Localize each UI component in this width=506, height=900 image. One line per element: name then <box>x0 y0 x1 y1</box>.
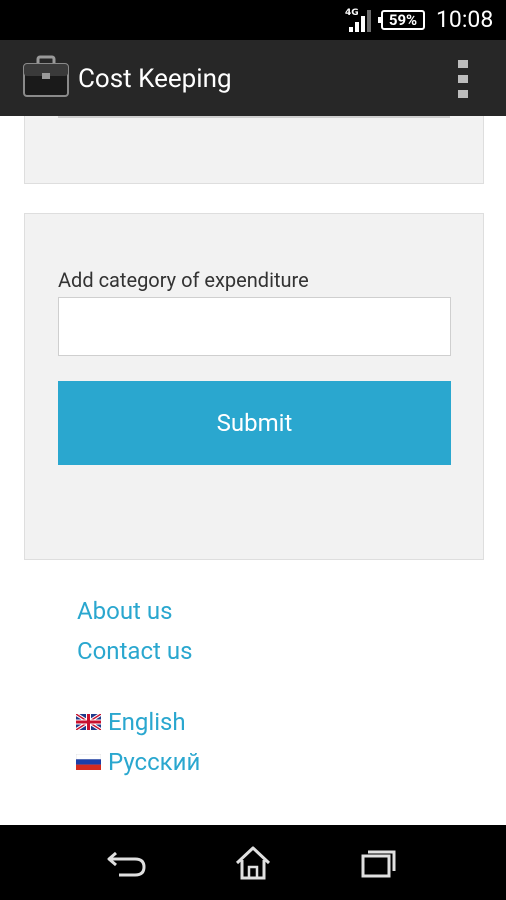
signal-icon: 4G <box>345 8 371 32</box>
previous-card <box>24 116 484 184</box>
status-bar: 4G 59% 10:08 <box>0 0 506 40</box>
back-icon[interactable] <box>105 845 149 881</box>
category-label: Add category of expenditure <box>58 268 309 292</box>
app-title: Cost Keeping <box>78 64 232 94</box>
overflow-menu-icon[interactable] <box>448 58 478 102</box>
clock: 10:08 <box>436 6 494 33</box>
submit-button[interactable]: Submit <box>58 381 451 465</box>
network-type: 4G <box>345 8 359 18</box>
contact-us-link[interactable]: Contact us <box>77 636 192 666</box>
app-bar: Cost Keeping <box>0 40 506 116</box>
recent-apps-icon[interactable] <box>357 845 401 881</box>
divider <box>58 116 450 118</box>
navigation-bar <box>0 825 506 900</box>
category-input[interactable] <box>58 297 451 356</box>
language-russian[interactable]: Русский <box>76 747 200 777</box>
about-us-link[interactable]: About us <box>77 596 172 626</box>
language-label: Русский <box>108 748 201 776</box>
home-icon[interactable] <box>231 845 275 881</box>
language-english[interactable]: English <box>76 707 186 737</box>
uk-flag-icon <box>76 714 101 730</box>
briefcase-icon[interactable] <box>22 54 70 100</box>
add-category-card: Add category of expenditure Submit <box>24 213 484 560</box>
battery-indicator: 59% <box>378 10 425 30</box>
language-label: English <box>108 708 186 736</box>
russia-flag-icon <box>76 754 101 770</box>
